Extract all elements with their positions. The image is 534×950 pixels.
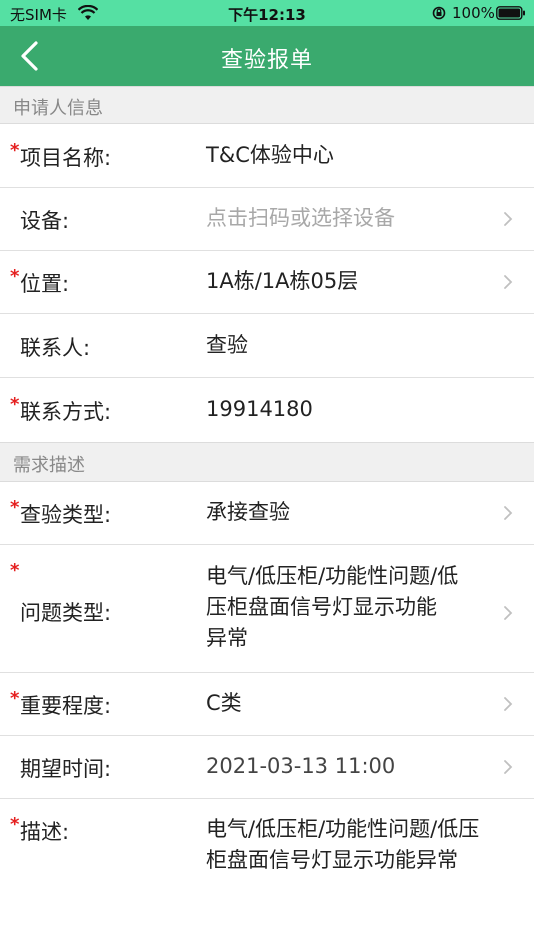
chevron-right-icon [504, 212, 513, 226]
status-bar: 无SIM卡 下午12:13 100% [0, 0, 534, 26]
field-expected-time[interactable]: 期望时间: 2021-03-13 11:00 [0, 736, 534, 799]
required-mark: * [10, 814, 20, 835]
chevron-right-icon [504, 606, 513, 620]
field-location[interactable]: * 位置: 1A栋/1A栋05层 [0, 251, 534, 314]
field-importance[interactable]: * 重要程度: C类 [0, 673, 534, 736]
description-value-line-1[interactable]: 电气/低压柜/功能性问题/低压 [206, 814, 479, 845]
field-device[interactable]: 设备: 点击扫码或选择设备 [0, 188, 534, 251]
chevron-right-icon [504, 760, 513, 774]
expected-time-value: 2021-03-13 11:00 [206, 754, 396, 778]
field-label: 项目名称: [20, 146, 112, 170]
field-problem-type[interactable]: * 问题类型: 电气/低压柜/功能性问题/低 压柜盘面信号灯显示功能 异常 [0, 545, 534, 673]
field-label: 重要程度: [20, 694, 112, 718]
page-title: 查验报单 [220, 48, 313, 73]
required-mark: * [10, 497, 20, 518]
location-value: 1A栋/1A栋05层 [206, 269, 359, 293]
description-value-line-2[interactable]: 柜盘面信号灯显示功能异常 [206, 845, 458, 876]
contact-value[interactable]: 查验 [206, 330, 248, 361]
required-mark: * [10, 560, 20, 581]
field-label: 联系方式: [20, 400, 112, 424]
field-contact: 联系人: 查验 [0, 314, 534, 378]
field-label: 联系人: [20, 336, 91, 360]
section-header-applicant: 申请人信息 [0, 86, 534, 124]
section-title: 需求描述 [13, 455, 85, 476]
field-contact-method: * 联系方式: 19914180 [0, 378, 534, 442]
field-project-name: * 项目名称: T&C体验中心 [0, 124, 534, 188]
field-label: 问题类型: [20, 601, 112, 625]
nav-bar: 查验报单 [0, 26, 534, 86]
field-label: 位置: [20, 272, 70, 296]
device-placeholder: 点击扫码或选择设备 [206, 206, 395, 230]
battery-icon [496, 6, 525, 20]
field-label: 查验类型: [20, 503, 112, 527]
section-title: 申请人信息 [13, 98, 103, 119]
problem-type-value-line-3: 异常 [206, 626, 248, 650]
chevron-right-icon [504, 506, 513, 520]
chevron-right-icon [504, 275, 513, 289]
field-label: 设备: [20, 209, 70, 233]
required-mark: * [10, 266, 20, 287]
orientation-lock-icon [432, 6, 446, 20]
contact-method-value[interactable]: 19914180 [206, 394, 313, 425]
problem-type-value-line-2: 压柜盘面信号灯显示功能 [206, 595, 437, 619]
required-mark: * [10, 140, 20, 161]
inspection-type-value: 承接查验 [206, 500, 290, 524]
field-description: * 描述: 电气/低压柜/功能性问题/低压 柜盘面信号灯显示功能异常 [0, 799, 534, 950]
chevron-right-icon [504, 697, 513, 711]
section-header-requirement: 需求描述 [0, 442, 534, 482]
required-mark: * [10, 688, 20, 709]
field-label: 期望时间: [20, 757, 112, 781]
field-label: 描述: [20, 820, 70, 844]
field-inspection-type[interactable]: * 查验类型: 承接查验 [0, 482, 534, 545]
project-name-value: T&C体验中心 [206, 143, 334, 167]
battery-percent: 100% [452, 4, 495, 22]
problem-type-value-line-1: 电气/低压柜/功能性问题/低 [206, 564, 459, 588]
required-mark: * [10, 394, 20, 415]
importance-value: C类 [206, 691, 242, 715]
